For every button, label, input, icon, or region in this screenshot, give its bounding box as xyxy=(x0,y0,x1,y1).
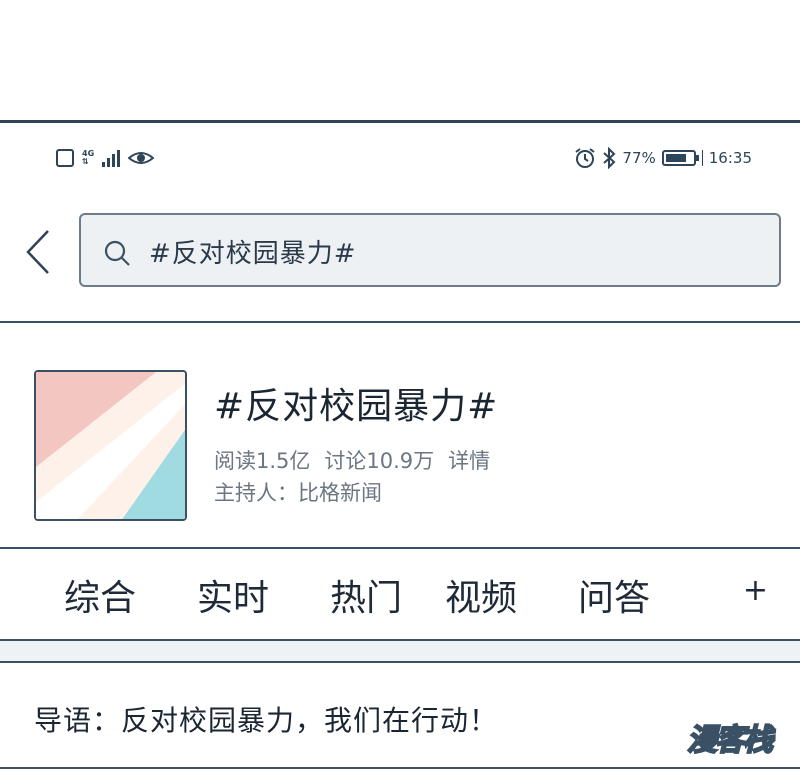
details-link[interactable]: 详情 xyxy=(448,445,490,475)
search-query-text: #反对校园暴力# xyxy=(149,239,357,269)
topic-intro: 导语：反对校园暴力，我们在行动！ xyxy=(34,704,499,737)
notification-square-icon xyxy=(56,149,74,167)
cover-graphic xyxy=(36,372,185,519)
eye-icon xyxy=(128,152,155,164)
battery-percent: 77% xyxy=(622,149,656,167)
topic-cover-image[interactable] xyxy=(34,370,187,521)
search-input[interactable]: #反对校园暴力# xyxy=(79,213,781,287)
status-right-icons: 77% 16:35 xyxy=(574,147,752,169)
battery-icon xyxy=(661,150,699,166)
read-count: 阅读1.5亿 xyxy=(214,449,311,473)
bluetooth-icon xyxy=(603,147,616,169)
watermark-text: 漫客栈 xyxy=(686,722,774,759)
phone-screen: 4G ⇅ 77% 16:35 #反对校园暴力# #反对校园暴力# 阅读1.5亿 … xyxy=(0,120,800,773)
signal-icon xyxy=(102,149,121,167)
status-bar: 4G ⇅ 77% 16:35 xyxy=(0,123,800,193)
search-icon xyxy=(104,240,130,266)
tab-video[interactable]: 视频 xyxy=(445,569,517,621)
section-gap xyxy=(0,641,800,663)
content-divider xyxy=(0,661,800,663)
network-indicator: 4G ⇅ xyxy=(82,149,95,166)
battery-level-fill xyxy=(665,154,686,162)
alarm-icon xyxy=(575,148,596,168)
topic-host: 主持人：比格新闻 xyxy=(214,481,382,505)
topic-stats: 阅读1.5亿 讨论10.9万 详情 xyxy=(214,445,490,475)
chevron-left-icon xyxy=(26,230,49,274)
tab-realtime[interactable]: 实时 xyxy=(197,569,269,621)
discussion-count: 讨论10.9万 xyxy=(324,449,435,473)
tab-qa[interactable]: 问答 xyxy=(578,569,650,621)
status-separator xyxy=(701,150,703,166)
add-tab-button[interactable]: + xyxy=(743,573,768,608)
tab-hot[interactable]: 热门 xyxy=(330,569,402,621)
back-button[interactable] xyxy=(22,229,62,289)
topic-divider xyxy=(0,547,800,549)
topic-title: #反对校园暴力# xyxy=(214,386,499,427)
watermark-logo: 漫客栈 xyxy=(668,713,790,761)
tab-comprehensive[interactable]: 综合 xyxy=(64,569,136,621)
clock-time: 16:35 xyxy=(708,149,752,167)
status-left-icons: 4G ⇅ xyxy=(56,149,155,167)
bottom-divider xyxy=(0,767,800,769)
header-divider xyxy=(0,321,800,323)
tab-bar: 综合 实时 热门 视频 问答 + xyxy=(0,551,800,641)
